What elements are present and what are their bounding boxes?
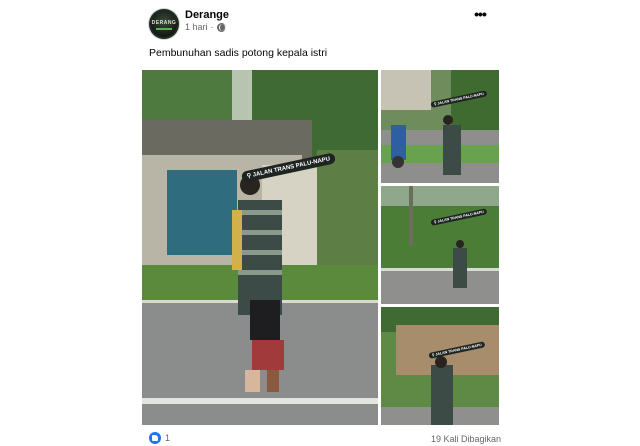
- avatar-logo-text: DERANG: [151, 20, 177, 26]
- reactions[interactable]: 1: [149, 432, 170, 444]
- thumbnail-photo-4[interactable]: ⚲ JALAN TRANS PALU-NAPU: [381, 307, 499, 425]
- thumbnail-3-scene: [381, 186, 499, 304]
- avatar[interactable]: DERANG: [149, 9, 179, 39]
- post-caption: Pembunuhan sadis potong kepala istri: [149, 47, 328, 59]
- reaction-count[interactable]: 1: [165, 433, 170, 443]
- location-pin-icon: ⚲: [246, 173, 252, 180]
- thumbnail-4-scene: [381, 307, 499, 425]
- thumbnail-photo-3[interactable]: ⚲ JALAN TRANS PALU-NAPU: [381, 186, 499, 304]
- avatar-logo-bar: [156, 28, 172, 30]
- author-name[interactable]: Derange: [185, 9, 229, 21]
- thumbnail-2-scene: [381, 70, 499, 183]
- post-time[interactable]: 1 hari: [185, 22, 208, 32]
- globe-icon: [216, 22, 226, 32]
- share-count[interactable]: 19 Kali Dibagikan: [431, 434, 501, 444]
- more-options-button[interactable]: •••: [470, 7, 490, 22]
- like-icon: [149, 432, 161, 444]
- post-meta: 1 hari ·: [185, 22, 226, 32]
- main-photo[interactable]: ⚲ JALAN TRANS PALU-NAPU: [142, 70, 378, 425]
- thumbnail-photo-2[interactable]: ⚲ JALAN TRANS PALU-NAPU: [381, 70, 499, 183]
- meta-separator: ·: [210, 22, 214, 32]
- main-photo-scene: [142, 70, 378, 425]
